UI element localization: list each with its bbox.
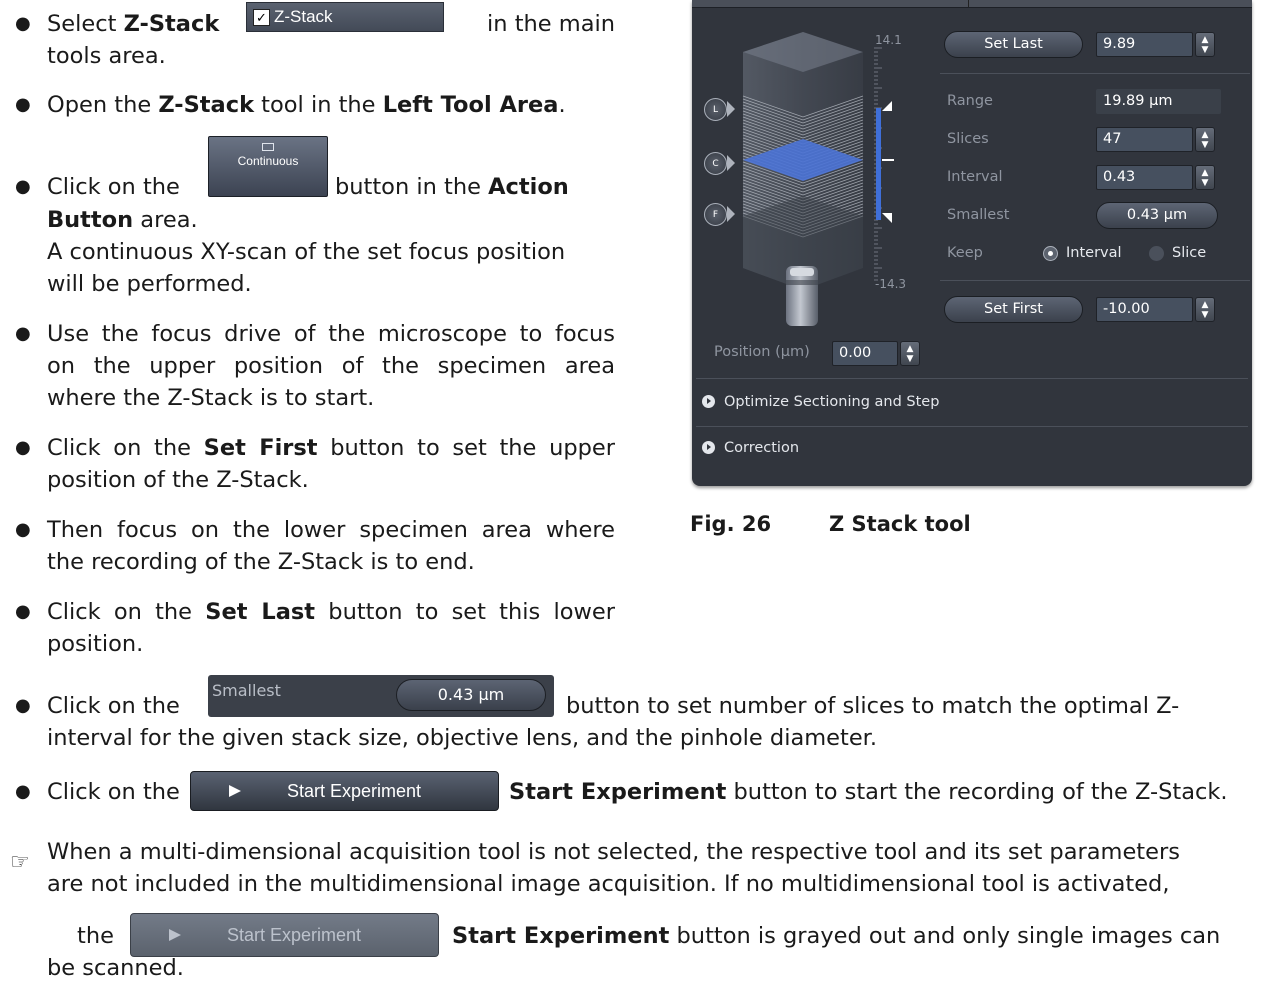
bullet-4-line2: on the upper position of the specimen ar… (47, 353, 615, 379)
play-icon (169, 929, 181, 941)
marker-arrow-icon (727, 206, 735, 222)
bullet-1-line1: Select Z-Stack (47, 11, 220, 37)
position-stepper[interactable]: ▲ ▼ (900, 341, 920, 366)
checkmark-icon: ✓ (253, 8, 270, 26)
play-icon (229, 785, 241, 797)
slices-label: Slices (947, 131, 989, 147)
start-experiment-button-snippet: Start Experiment (190, 771, 499, 811)
bullet-3-pre: Click on the (47, 174, 180, 200)
zstack-checkbox-snippet: ✓ Z-Stack (246, 2, 444, 32)
camera-icon (262, 143, 274, 151)
bullet: ● (15, 601, 31, 622)
z-stack-tool-panel: 14.1 -14.3 L C F Set Last 9.89 ▲ ▼ Range … (692, 0, 1252, 486)
expand-arrow-icon (702, 395, 715, 408)
note-pre: the (77, 923, 114, 949)
position-label: Position (µm) (714, 344, 810, 360)
interval-label: Interval (947, 169, 1003, 185)
bullet: ● (15, 323, 31, 344)
bullet: ● (15, 781, 31, 802)
set-first-field[interactable]: -10.00 (1096, 297, 1193, 322)
bullet: ● (15, 695, 31, 716)
bullet-4-line1: Use the focus drive of the microscope to… (47, 321, 615, 347)
bullet-5-line1: Click on the Set First button to set the… (47, 435, 615, 461)
bullet: ● (15, 437, 31, 458)
note-tail: Start Experiment button is grayed out an… (452, 923, 1221, 949)
bullet-5-line2: position of the Z-Stack. (47, 467, 309, 493)
marker-arrow-icon (727, 155, 735, 171)
bullet: ● (15, 13, 31, 34)
bullet-2-line1: Open the Z-Stack tool in the Left Tool A… (47, 92, 566, 118)
bullet-3-line4: will be performed. (47, 271, 252, 297)
bullet-8-line2: interval for the given stack size, objec… (47, 725, 878, 751)
note-line2: are not included in the multidimensional… (47, 871, 1170, 897)
bullet: ● (15, 176, 31, 197)
bullet-3-tail: button in the Action (335, 174, 569, 200)
marker-first-button[interactable]: F (704, 203, 727, 226)
bullet-3-line2: Button area. (47, 207, 198, 233)
figure-number: Fig. 26 (690, 512, 772, 536)
smallest-label: Smallest (947, 207, 1010, 223)
interval-field[interactable]: 0.43 (1096, 165, 1193, 190)
slices-stepper[interactable]: ▲ ▼ (1195, 127, 1215, 152)
set-first-button[interactable]: Set First (944, 296, 1083, 323)
slices-field[interactable]: 47 (1096, 127, 1193, 152)
keep-slice-radio[interactable] (1149, 246, 1164, 261)
start-experiment-disabled-snippet: Start Experiment (130, 913, 439, 957)
bullet-8-tail: button to set number of slices to match … (566, 693, 1180, 719)
bullet-9-tail: Start Experiment button to start the rec… (509, 779, 1228, 805)
smallest-button[interactable]: 0.43 µm (1096, 202, 1218, 229)
keep-label: Keep (947, 245, 983, 261)
note-line1: When a multi-dimensional acquisition too… (47, 839, 1180, 865)
divider (940, 73, 1250, 74)
bullet-6-line1: Then focus on the lower specimen area wh… (47, 517, 615, 543)
range-label: Range (947, 93, 993, 109)
correction-expander[interactable]: Correction (702, 440, 799, 456)
bullet-9-pre: Click on the (47, 779, 180, 805)
marker-center-button[interactable]: C (704, 152, 727, 175)
bullet-1-line2: tools area. (47, 43, 166, 69)
set-first-stepper[interactable]: ▲ ▼ (1195, 297, 1215, 322)
keep-slice-label: Slice (1172, 245, 1207, 261)
keep-interval-radio[interactable] (1043, 246, 1058, 261)
marker-arrow-icon (727, 101, 735, 117)
bullet: ● (15, 94, 31, 115)
scale-top-label: 14.1 (875, 33, 902, 47)
bullet-8-pre: Click on the (47, 693, 180, 719)
continuous-button-snippet: Continuous (208, 136, 328, 197)
note-line4: be scanned. (47, 955, 184, 981)
divider (696, 378, 1248, 379)
divider (696, 426, 1248, 427)
marker-last-button[interactable]: L (704, 98, 727, 121)
divider (940, 280, 1250, 281)
bullet-7-line1: Click on the Set Last button to set this… (47, 599, 615, 625)
bullet-1-tail: in the main (487, 11, 615, 37)
range-value: 19.89 µm (1096, 89, 1221, 114)
optimize-sectioning-expander[interactable]: Optimize Sectioning and Step (702, 394, 939, 410)
bullet-4-line3: where the Z-Stack is to start. (47, 385, 375, 411)
smallest-button-snippet: Smallest 0.43 µm (208, 675, 554, 717)
pointing-hand-icon: ☞ (10, 850, 30, 875)
keep-interval-label: Interval (1066, 245, 1122, 261)
set-last-button[interactable]: Set Last (944, 31, 1083, 58)
expand-arrow-icon (702, 441, 715, 454)
set-last-stepper[interactable]: ▲ ▼ (1195, 32, 1215, 57)
bullet-3-line3: A continuous XY-scan of the set focus po… (47, 239, 566, 265)
set-last-field[interactable]: 9.89 (1096, 32, 1193, 57)
scale-bottom-label: -14.3 (875, 277, 907, 291)
interval-stepper[interactable]: ▲ ▼ (1195, 165, 1215, 190)
figure-title: Z Stack tool (829, 512, 971, 536)
position-field[interactable]: 0.00 (832, 341, 898, 366)
bullet-6-line2: the recording of the Z-Stack is to end. (47, 549, 475, 575)
bullet: ● (15, 519, 31, 540)
bullet-7-line2: position. (47, 631, 144, 657)
